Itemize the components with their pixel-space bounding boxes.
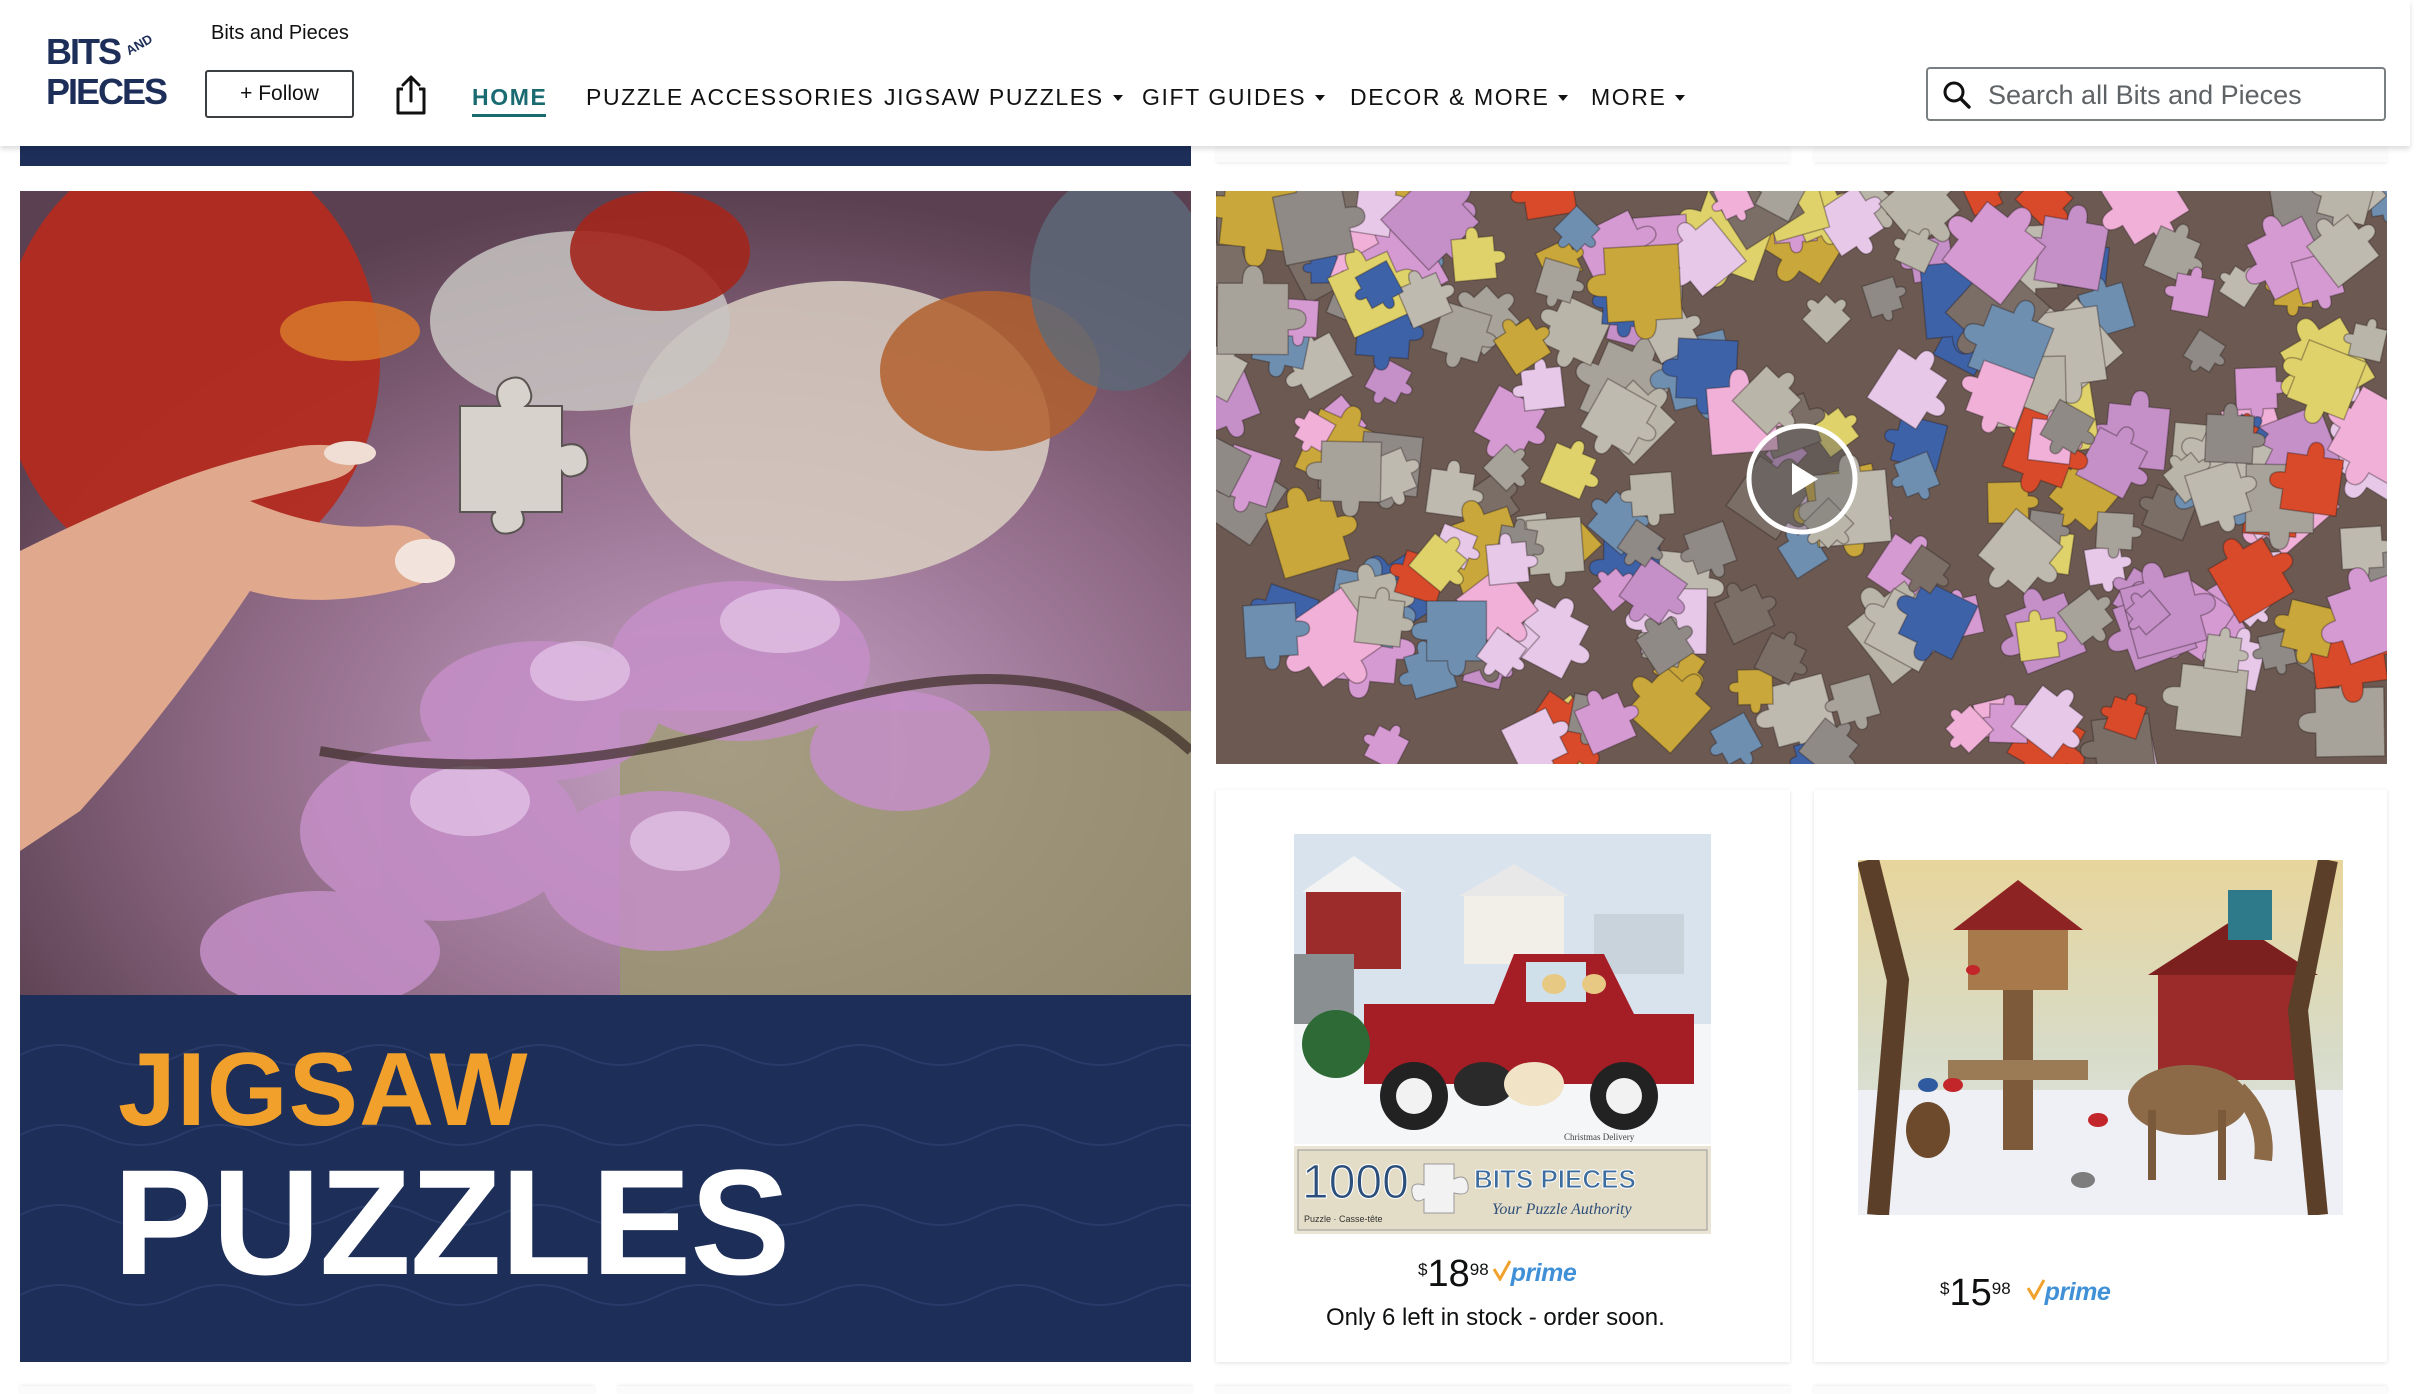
price-currency: $ — [1940, 1279, 1950, 1298]
prime-label: prime — [1510, 1259, 1577, 1287]
logo-text-and: AND — [123, 31, 155, 58]
hero-title-line1: JIGSAW — [118, 1032, 529, 1148]
prime-check-icon — [1492, 1260, 1511, 1281]
product-card[interactable]: Christmas Delivery 1000 Puzzle · Casse-t… — [1216, 790, 1790, 1362]
product-image-tagline: Your Puzzle Authority — [1492, 1201, 1632, 1218]
nav-puzzle-accessories[interactable]: PUZZLE ACCESSORIES — [586, 84, 874, 111]
nav-puzzle-accessories-label: PUZZLE ACCESSORIES — [586, 84, 875, 110]
share-icon[interactable] — [392, 74, 430, 116]
nav-home-label: HOME — [472, 84, 548, 110]
follow-button[interactable]: + Follow — [205, 70, 354, 118]
nav-decor-and-more[interactable]: DECOR & MORE — [1350, 84, 1569, 111]
chevron-down-icon — [1675, 94, 1686, 101]
product-image-winter-bird-feeder[interactable] — [1858, 860, 2343, 1215]
nav-active-underline — [472, 114, 546, 117]
price-fraction: 98 — [1469, 1260, 1489, 1279]
product-availability: Only 6 left in stock - order soon. — [1326, 1304, 1665, 1331]
product-price: $ 15 98 prime — [1940, 1272, 2111, 1314]
previous-card-edge — [1814, 146, 2387, 162]
nav-jigsaw-puzzles-label: JIGSAW PUZZLES — [884, 84, 1104, 110]
play-icon[interactable] — [1746, 423, 1858, 535]
prime-label: prime — [2044, 1278, 2111, 1306]
logo-text-bits: BITS — [46, 31, 121, 72]
nav-home[interactable]: HOME — [472, 84, 547, 111]
nav-more-label: MORE — [1591, 84, 1667, 110]
next-row-card-edge — [1814, 1386, 2387, 1394]
next-row-card-edge — [618, 1386, 1192, 1394]
next-row-card-edge — [20, 1386, 594, 1394]
jigsaw-puzzles-hero-tile[interactable]: JIGSAW PUZZLES — [20, 191, 1191, 1362]
product-price: $ 18 98 prime — [1418, 1253, 1577, 1295]
product-image-piece-count: 1000 — [1302, 1156, 1409, 1209]
product-image-brand: BITS PIECES — [1474, 1164, 1636, 1194]
nav-gift-guides[interactable]: GIFT GUIDES — [1142, 84, 1326, 111]
product-card[interactable]: $ 15 98 prime — [1814, 790, 2387, 1362]
store-name[interactable]: Bits and Pieces — [211, 22, 349, 45]
nav-jigsaw-puzzles[interactable]: JIGSAW PUZZLES — [884, 84, 1123, 111]
product-image-title: Christmas Delivery — [1564, 1132, 1635, 1142]
price-whole: 15 — [1949, 1272, 1992, 1314]
chevron-down-icon — [1112, 94, 1123, 101]
previous-card-edge — [1216, 146, 1790, 162]
product-image-christmas-delivery[interactable]: Christmas Delivery 1000 Puzzle · Casse-t… — [1294, 834, 1711, 1234]
nav-more[interactable]: MORE — [1591, 84, 1686, 111]
hero-title-line2: PUZZLES — [113, 1138, 790, 1306]
nav-decor-and-more-label: DECOR & MORE — [1350, 84, 1550, 110]
prime-check-icon — [2026, 1279, 2045, 1300]
price-fraction: 98 — [1991, 1279, 2011, 1298]
next-row-card-edge — [1216, 1386, 1790, 1394]
prime-badge: prime — [2026, 1278, 2111, 1307]
previous-banner-edge — [20, 146, 1191, 166]
chevron-down-icon — [1558, 94, 1569, 101]
store-search[interactable] — [1926, 67, 2386, 121]
chevron-down-icon — [1315, 94, 1326, 101]
logo-text-pieces: PIECES — [46, 71, 167, 110]
nav-gift-guides-label: GIFT GUIDES — [1142, 84, 1307, 110]
store-header: BITS AND PIECES Bits and Pieces + Follow… — [0, 0, 2410, 146]
price-currency: $ — [1418, 1260, 1428, 1279]
hero-photo-hand-holding-puzzle-piece — [20, 191, 1191, 995]
search-input[interactable] — [1986, 75, 2380, 115]
search-icon[interactable] — [1942, 80, 1972, 110]
prime-badge: prime — [1492, 1259, 1577, 1288]
product-image-sub-text: Puzzle · Casse-tête — [1304, 1214, 1383, 1224]
price-whole: 18 — [1427, 1253, 1470, 1295]
bits-and-pieces-logo[interactable]: BITS AND PIECES — [46, 30, 170, 110]
